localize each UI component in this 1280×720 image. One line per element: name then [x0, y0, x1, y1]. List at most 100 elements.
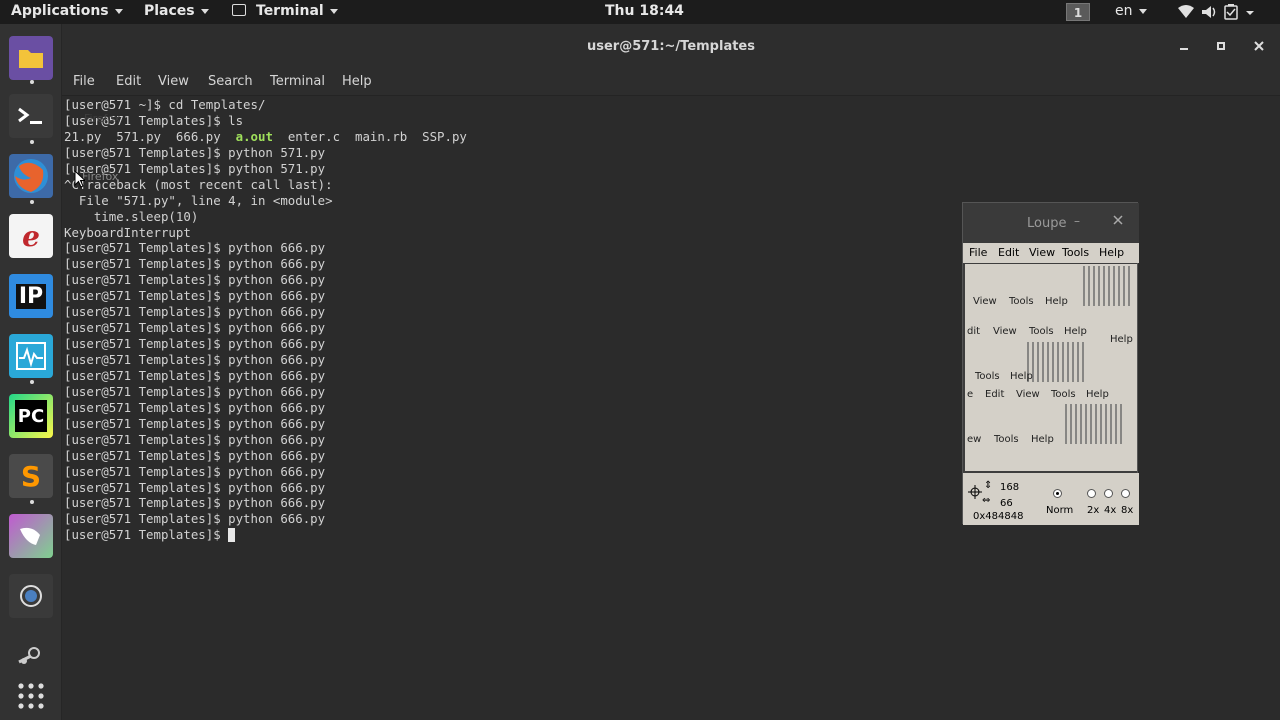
loupe-menu-help[interactable]: Help — [1099, 246, 1124, 259]
zoom-2x-radio[interactable] — [1087, 489, 1096, 498]
zoom-norm-radio[interactable] — [1053, 489, 1062, 498]
menu-help[interactable]: Help — [342, 74, 372, 89]
terminal-line: [user@571 ~]$ cd Templates/ — [64, 97, 266, 112]
menu-terminal[interactable]: Terminal — [270, 74, 325, 89]
loupe-magnified-view: View Tools Help dit View Tools Help Help… — [965, 264, 1137, 471]
tooltip-shadow: Firefox — [84, 112, 121, 125]
loupe-window: Loupe – File Edit View Tools Help View T… — [962, 202, 1139, 525]
zoom-8x-label: 8x — [1121, 505, 1134, 516]
steam-icon — [18, 647, 40, 664]
close-icon — [1113, 215, 1123, 225]
clock[interactable]: Thu 18:44 — [605, 3, 684, 19]
firefox-icon — [14, 159, 48, 193]
running-indicator — [30, 80, 34, 84]
pointer-x: 168 — [1000, 482, 1020, 493]
loupe-fragment: Help — [1110, 334, 1133, 345]
loupe-fragment: Help — [1031, 434, 1054, 445]
dock-files[interactable] — [9, 36, 53, 80]
keyboard-layout-label: en — [1115, 3, 1133, 19]
loupe-menubar: File Edit View Tools Help — [963, 243, 1139, 263]
loupe-fragment: ew — [967, 434, 982, 445]
terminal-icon — [232, 4, 246, 16]
image-viewer-icon — [20, 527, 40, 545]
dock-terminal[interactable] — [9, 94, 53, 138]
minimize-button[interactable] — [1173, 36, 1195, 58]
running-indicator — [30, 200, 34, 204]
zoom-8x-radio[interactable] — [1121, 489, 1130, 498]
vertical-arrows-icon: ⇕ — [984, 480, 993, 491]
dock-image-viewer[interactable] — [9, 514, 53, 558]
terminal-line: [user@571 Templates]$ ls — [64, 112, 244, 128]
menu-edit[interactable]: Edit — [116, 74, 141, 89]
menu-view[interactable]: View — [158, 74, 189, 89]
chevron-down-icon — [200, 8, 209, 14]
grid-icon — [18, 683, 44, 709]
applications-menu[interactable]: Applications — [11, 3, 123, 19]
loupe-fragment: Help — [1086, 389, 1109, 400]
text-cursor — [228, 528, 236, 543]
text-editor-icon: e — [22, 219, 40, 253]
dock-steam[interactable] — [9, 634, 53, 678]
dock-screenshot[interactable] — [9, 574, 53, 618]
applications-label: Applications — [11, 3, 109, 19]
workspace-indicator[interactable]: 1 — [1066, 3, 1090, 21]
maximize-button[interactable] — [1210, 36, 1232, 58]
dock-sublime-text[interactable]: S — [9, 454, 53, 498]
app-menu-label: Terminal — [256, 3, 324, 19]
ls-file: main.rb — [354, 128, 408, 144]
ls-file: SSP.py — [422, 128, 467, 144]
loupe-menu-edit[interactable]: Edit — [998, 246, 1019, 259]
loupe-fragment: Tools — [1051, 389, 1076, 400]
pycharm-edu-icon: IP — [15, 283, 47, 309]
pixel-color: 0x484848 — [973, 511, 1024, 522]
chevron-down-icon — [1246, 11, 1254, 15]
menu-search[interactable]: Search — [208, 74, 253, 89]
dock-system-monitor[interactable] — [9, 334, 53, 378]
mouse-pointer-icon — [74, 170, 86, 188]
terminal-icon — [18, 107, 42, 124]
folder-icon — [19, 50, 43, 68]
pycharm-icon: PC — [15, 400, 47, 432]
terminal-line: [user@571 Templates]$ python 571.py — [64, 160, 326, 176]
ls-file: enter.c — [287, 128, 341, 144]
dock: e IP PC S — [0, 24, 62, 720]
loupe-titlebar[interactable]: Loupe – — [963, 203, 1139, 243]
loupe-fragment: Help — [1010, 371, 1033, 382]
zoom-4x-radio[interactable] — [1104, 489, 1113, 498]
loupe-menu-tools[interactable]: Tools — [1062, 246, 1089, 259]
dock-pycharm[interactable]: PC — [9, 394, 53, 438]
ls-file: 21.py — [64, 128, 102, 144]
places-menu[interactable]: Places — [144, 3, 209, 19]
system-status[interactable] — [1178, 4, 1268, 24]
loupe-fragment: Tools — [994, 434, 1019, 445]
dock-show-apps[interactable] — [9, 674, 53, 718]
ls-output-line: 21.py 571.py 666.py a.out enter.c main.r… — [64, 129, 1264, 145]
terminal-line: ^CTraceback (most recent call last): — [64, 176, 333, 192]
terminal-line: [user@571 Templates]$ python 571.py — [64, 144, 326, 160]
window-title: user@571:~/Templates — [586, 39, 755, 54]
window-titlebar[interactable]: user@571:~/Templates — [62, 24, 1280, 70]
loupe-fragment: dit — [967, 326, 981, 337]
app-menu[interactable]: Terminal — [232, 3, 338, 19]
terminal-prompt-line[interactable]: [user@571 Templates]$ — [64, 527, 1264, 543]
running-indicator — [30, 380, 34, 384]
loupe-fragment: View — [1016, 389, 1040, 400]
prompt: [user@571 Templates]$ — [64, 527, 229, 543]
loupe-minimize-button[interactable]: – — [1074, 214, 1080, 228]
maximize-icon — [1217, 42, 1225, 50]
ls-file: 666.py — [175, 128, 221, 144]
keyboard-layout[interactable]: en — [1115, 3, 1147, 19]
loupe-fragment: Tools — [975, 371, 1000, 382]
top-panel: Applications Places Terminal Thu 18:44 1… — [0, 0, 1280, 24]
places-label: Places — [144, 3, 195, 19]
close-button[interactable] — [1248, 36, 1270, 58]
loupe-menu-file[interactable]: File — [969, 246, 987, 259]
dock-text-editor[interactable]: e — [9, 214, 53, 258]
close-icon — [1254, 41, 1264, 51]
sublime-text-icon: S — [20, 459, 42, 493]
menu-file[interactable]: File — [73, 74, 95, 89]
dock-firefox[interactable] — [9, 154, 53, 198]
loupe-menu-view[interactable]: View — [1029, 246, 1055, 259]
loupe-close-button[interactable] — [1113, 213, 1123, 229]
dock-pycharm-edu[interactable]: IP — [9, 274, 53, 318]
